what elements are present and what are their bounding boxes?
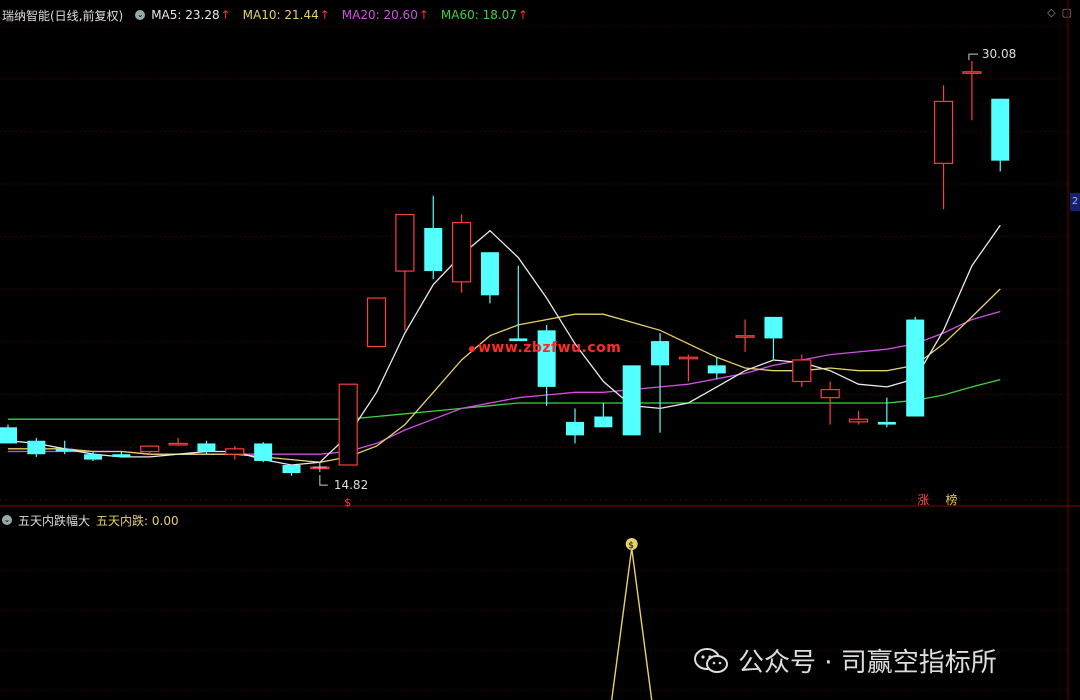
- low-price-label: 14.82: [334, 478, 368, 492]
- candle-body-down: [566, 421, 584, 436]
- candle-body-down: [282, 464, 301, 474]
- candle-body-down: [254, 443, 273, 461]
- candle-body-up: [452, 222, 472, 283]
- high-price-label: 30.08: [982, 47, 1016, 61]
- candle-body-down: [906, 319, 925, 417]
- candle-body-down: [877, 421, 896, 425]
- candle-body-down: [764, 316, 783, 339]
- candle-body-down: [594, 416, 613, 428]
- candle-body-down: [112, 454, 131, 457]
- wechat-label-text: 公众号 · 司赢空指标所: [738, 648, 997, 678]
- candle-body-down: [537, 330, 556, 387]
- ma20-line: [8, 310, 1001, 455]
- candle-body-down: [27, 440, 46, 455]
- candle-body-down: [480, 252, 499, 296]
- candle-body-down: [55, 448, 74, 452]
- candle-body-down: [707, 365, 726, 374]
- candle-body-down: [991, 98, 1010, 161]
- low-marker-icon: [319, 475, 328, 486]
- wechat-account-label: 公众号 · 司赢空指标所: [694, 642, 997, 679]
- candle-body-down: [0, 427, 17, 444]
- signal-bang-label: 榜: [946, 492, 958, 507]
- candle-body-up: [338, 383, 358, 466]
- candle-body-down: [651, 341, 670, 366]
- high-marker-icon: [968, 53, 978, 61]
- watermark-dot-icon: [469, 346, 475, 352]
- candle-body-up: [168, 442, 188, 446]
- candle-body-up: [792, 359, 812, 383]
- candle-body-up: [366, 297, 387, 348]
- candle-body-up: [962, 71, 982, 74]
- ma10-line: [8, 288, 1001, 463]
- candle-body-down: [424, 227, 443, 272]
- candle-body-up: [933, 100, 954, 164]
- candle-body-up: [735, 335, 755, 338]
- watermark-text: www.zbzfwu.com: [478, 340, 622, 356]
- candle-body-up: [820, 388, 840, 399]
- indicator-spike-line: [611, 547, 653, 700]
- candle-body-up: [395, 213, 415, 272]
- ma60-line: [8, 378, 1001, 420]
- wechat-icon: [694, 647, 728, 673]
- candle-body-up: [140, 445, 160, 453]
- signal-s-mark: $: [344, 496, 351, 509]
- candle-body-down: [197, 443, 216, 452]
- candle-body-down: [84, 454, 103, 460]
- candle-body-up: [848, 418, 869, 423]
- money-bag-symbol: $: [628, 541, 634, 551]
- candle-body-down: [622, 365, 641, 436]
- candle-body-up: [225, 448, 245, 455]
- signal-zhang-label: 涨: [917, 492, 929, 507]
- candle-body-up: [678, 356, 699, 360]
